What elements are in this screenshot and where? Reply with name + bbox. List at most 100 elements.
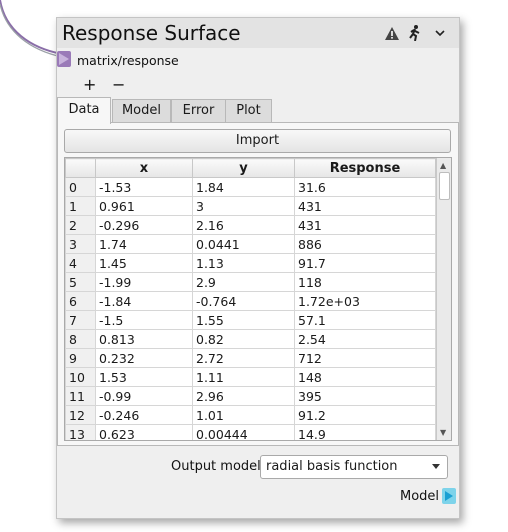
cell-response[interactable]: 395 — [294, 386, 436, 406]
row-index[interactable]: 11 — [65, 386, 96, 406]
cell-response[interactable]: 886 — [294, 234, 436, 254]
cell-y[interactable]: 0.82 — [192, 329, 295, 349]
table-row[interactable]: 9 0.232 2.72 712 — [65, 348, 436, 368]
table-row[interactable]: 10 1.53 1.11 148 — [65, 367, 436, 387]
table-row[interactable]: 7 -1.5 1.55 57.1 — [65, 310, 436, 330]
cell-x[interactable]: -1.99 — [95, 272, 193, 292]
cell-response[interactable]: 2.54 — [294, 329, 436, 349]
table-row[interactable]: 8 0.813 0.82 2.54 — [65, 329, 436, 349]
output-model-select[interactable]: radial basis function — [260, 455, 448, 479]
column-header-index[interactable] — [65, 158, 96, 178]
row-index[interactable]: 12 — [65, 405, 96, 425]
chevron-down-icon[interactable] — [432, 25, 448, 41]
cell-x[interactable]: 1.74 — [95, 234, 193, 254]
cell-response[interactable]: 148 — [294, 367, 436, 387]
row-index[interactable]: 6 — [65, 291, 96, 311]
row-index[interactable]: 4 — [65, 253, 96, 273]
cell-x[interactable]: 1.45 — [95, 253, 193, 273]
response-surface-node[interactable]: Response Surface matrix/response + − Dat… — [56, 17, 460, 519]
cell-response[interactable]: 118 — [294, 272, 436, 292]
cell-x[interactable]: -0.99 — [95, 386, 193, 406]
node-title-bar[interactable]: Response Surface — [57, 18, 459, 48]
row-index[interactable]: 7 — [65, 310, 96, 330]
column-header-x[interactable]: x — [95, 158, 193, 178]
dropdown-arrow-icon — [432, 464, 440, 469]
scroll-up-arrow-icon[interactable]: ▲ — [440, 161, 446, 170]
cell-y[interactable]: 0.00444 — [192, 424, 295, 440]
cell-y[interactable]: 2.9 — [192, 272, 295, 292]
row-index[interactable]: 3 — [65, 234, 96, 254]
table-row[interactable]: 13 0.623 0.00444 14.9 — [65, 424, 436, 440]
add-button[interactable]: + — [83, 75, 96, 94]
row-index[interactable]: 13 — [65, 424, 96, 440]
cell-response[interactable]: 1.72e+03 — [294, 291, 436, 311]
row-index[interactable]: 2 — [65, 215, 96, 235]
cell-response[interactable]: 431 — [294, 215, 436, 235]
cell-x[interactable]: -0.296 — [95, 215, 193, 235]
node-title: Response Surface — [62, 21, 241, 45]
tab-data[interactable]: Data — [57, 97, 111, 124]
cell-y[interactable]: -0.764 — [192, 291, 295, 311]
cell-y[interactable]: 0.0441 — [192, 234, 295, 254]
table-row[interactable]: 11 -0.99 2.96 395 — [65, 386, 436, 406]
table-row[interactable]: 3 1.74 0.0441 886 — [65, 234, 436, 254]
cell-x[interactable]: -1.5 — [95, 310, 193, 330]
cell-y[interactable]: 3 — [192, 196, 295, 216]
cell-x[interactable]: -1.53 — [95, 177, 193, 197]
cell-y[interactable]: 1.84 — [192, 177, 295, 197]
cell-response[interactable]: 431 — [294, 196, 436, 216]
data-table[interactable]: x y Response 0 -1.53 1.84 31.6 1 0.961 3 431 2 -0… — [64, 157, 452, 441]
cell-y[interactable]: 1.01 — [192, 405, 295, 425]
cell-y[interactable]: 2.72 — [192, 348, 295, 368]
table-row[interactable]: 5 -1.99 2.9 118 — [65, 272, 436, 292]
row-index[interactable]: 9 — [65, 348, 96, 368]
row-index[interactable]: 8 — [65, 329, 96, 349]
output-model-value: radial basis function — [266, 459, 398, 474]
cell-response[interactable]: 31.6 — [294, 177, 436, 197]
table-row[interactable]: 2 -0.296 2.16 431 — [65, 215, 436, 235]
cell-x[interactable]: 1.53 — [95, 367, 193, 387]
cell-response[interactable]: 712 — [294, 348, 436, 368]
cell-y[interactable]: 2.96 — [192, 386, 295, 406]
table-row[interactable]: 0 -1.53 1.84 31.6 — [65, 177, 436, 197]
import-button[interactable]: Import — [64, 129, 451, 153]
warning-icon[interactable] — [384, 25, 400, 41]
row-index[interactable]: 0 — [65, 177, 96, 197]
output-port[interactable] — [442, 488, 456, 504]
cell-y[interactable]: 1.13 — [192, 253, 295, 273]
column-header-response[interactable]: Response — [294, 158, 436, 178]
cell-x[interactable]: 0.961 — [95, 196, 193, 216]
cell-x[interactable]: 0.813 — [95, 329, 193, 349]
row-index[interactable]: 5 — [65, 272, 96, 292]
row-index[interactable]: 10 — [65, 367, 96, 387]
tab-error[interactable]: Error — [171, 99, 226, 122]
cell-y[interactable]: 1.11 — [192, 367, 295, 387]
scrollbar-thumb[interactable] — [439, 172, 450, 200]
table-header-row: x y Response — [65, 158, 436, 178]
cell-y[interactable]: 2.16 — [192, 215, 295, 235]
cell-response[interactable]: 91.2 — [294, 405, 436, 425]
cell-x[interactable]: -0.246 — [95, 405, 193, 425]
column-header-y[interactable]: y — [192, 158, 295, 178]
cell-response[interactable]: 14.9 — [294, 424, 436, 440]
scroll-down-arrow-icon[interactable]: ▼ — [440, 428, 446, 437]
input-port[interactable] — [57, 51, 71, 67]
cell-x[interactable]: 0.623 — [95, 424, 193, 440]
cell-x[interactable]: -1.84 — [95, 291, 193, 311]
data-tab-panel: Import x y Response 0 -1.53 1.84 31.6 1 0.961… — [57, 122, 459, 446]
cell-response[interactable]: 91.7 — [294, 253, 436, 273]
table-row[interactable]: 1 0.961 3 431 — [65, 196, 436, 216]
table-row[interactable]: 12 -0.246 1.01 91.2 — [65, 405, 436, 425]
table-row[interactable]: 4 1.45 1.13 91.7 — [65, 253, 436, 273]
input-port-label: matrix/response — [77, 53, 179, 68]
remove-button[interactable]: − — [112, 75, 125, 94]
cell-x[interactable]: 0.232 — [95, 348, 193, 368]
run-icon[interactable] — [407, 25, 423, 41]
tab-model[interactable]: Model — [112, 99, 171, 122]
table-row[interactable]: 6 -1.84 -0.764 1.72e+03 — [65, 291, 436, 311]
tab-plot[interactable]: Plot — [225, 99, 272, 122]
cell-y[interactable]: 1.55 — [192, 310, 295, 330]
vertical-scrollbar[interactable]: ▲ ▼ — [436, 158, 451, 440]
row-index[interactable]: 1 — [65, 196, 96, 216]
cell-response[interactable]: 57.1 — [294, 310, 436, 330]
